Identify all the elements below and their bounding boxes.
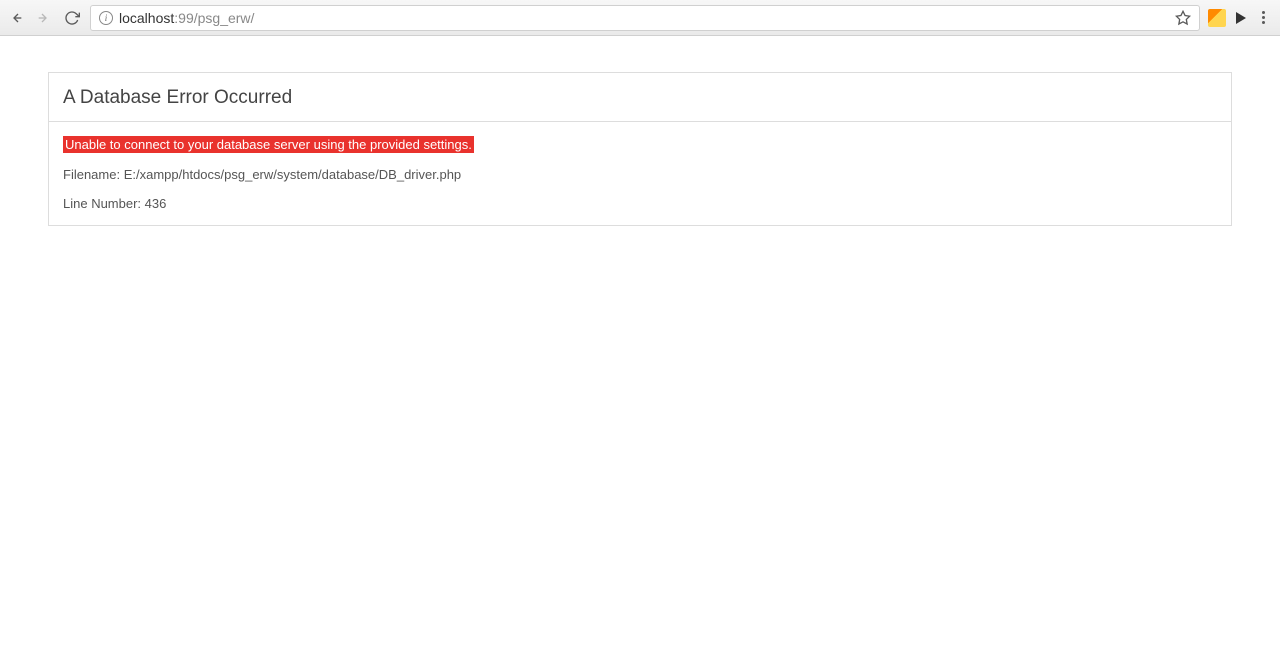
filename-value: E:/xampp/htdocs/psg_erw/system/database/… <box>124 167 461 182</box>
error-panel: A Database Error Occurred Unable to conn… <box>48 72 1232 226</box>
back-button[interactable] <box>6 8 26 28</box>
filename-label: Filename: <box>63 167 124 182</box>
line-label: Line Number: <box>63 196 145 211</box>
error-header: A Database Error Occurred <box>49 73 1231 122</box>
forward-button <box>34 8 54 28</box>
extension-icon[interactable] <box>1208 9 1226 27</box>
error-filename-line: Filename: E:/xampp/htdocs/psg_erw/system… <box>63 167 1217 182</box>
error-content: Unable to connect to your database serve… <box>49 122 1231 225</box>
bookmark-button[interactable] <box>1175 10 1191 26</box>
page-body: A Database Error Occurred Unable to conn… <box>0 36 1280 262</box>
browser-toolbar: i localhost:99/psg_erw/ <box>0 0 1280 36</box>
error-title: A Database Error Occurred <box>63 87 1217 109</box>
url-path: :99/psg_erw/ <box>174 10 254 26</box>
error-linenumber-line: Line Number: 436 <box>63 196 1217 211</box>
address-bar[interactable]: i localhost:99/psg_erw/ <box>90 5 1200 31</box>
toolbar-right <box>1208 9 1274 27</box>
url-host: localhost <box>119 10 174 26</box>
url-text: localhost:99/psg_erw/ <box>119 10 1169 26</box>
error-message: Unable to connect to your database serve… <box>63 136 474 153</box>
site-info-icon[interactable]: i <box>99 11 113 25</box>
arrow-right-icon <box>36 10 52 26</box>
line-value: 436 <box>145 196 167 211</box>
reload-icon <box>64 10 80 26</box>
arrow-left-icon <box>8 10 24 26</box>
reload-button[interactable] <box>62 8 82 28</box>
star-icon <box>1175 10 1191 26</box>
play-icon[interactable] <box>1236 12 1246 24</box>
chrome-menu-button[interactable] <box>1256 11 1270 24</box>
